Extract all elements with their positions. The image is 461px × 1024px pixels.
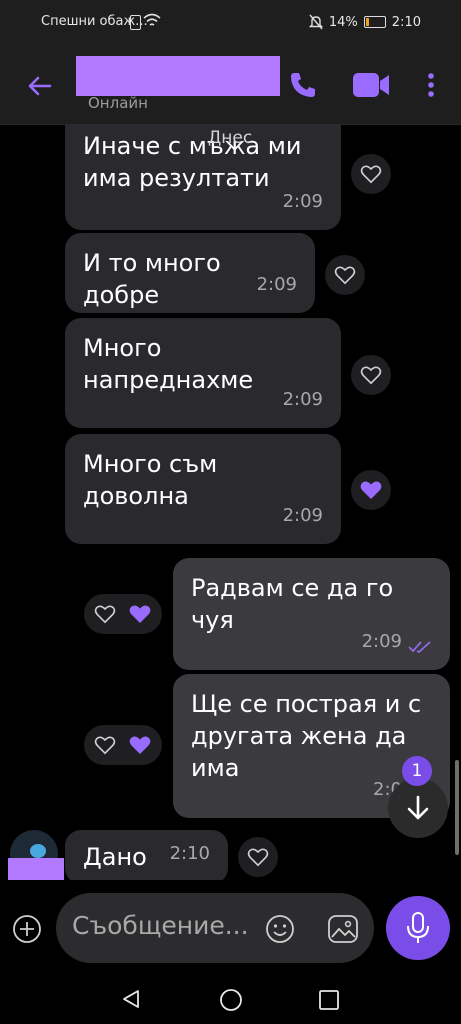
contact-name-redacted[interactable] (76, 56, 280, 96)
message-input-placeholder: Съобщение... (72, 911, 249, 940)
message-bubble-incoming[interactable]: Много съм доволна 2:09 (65, 434, 341, 544)
message-time: 2:09 (282, 389, 323, 410)
mute-bell-icon (308, 14, 323, 30)
status-indicators: 14% 2:10 (308, 14, 421, 30)
plus-circle-icon[interactable] (12, 914, 42, 944)
message-text: Радвам се да го чуя (191, 574, 394, 634)
message-text: Иначе с мъжа ми има резултати (83, 132, 302, 192)
message-bubble-outgoing[interactable]: Радвам се да го чуя 2:09 (173, 558, 450, 670)
arrow-down-icon (407, 795, 429, 820)
heart-outline-icon (334, 266, 356, 285)
message-input[interactable]: Съобщение... (56, 893, 374, 963)
emoji-icon[interactable] (264, 913, 296, 945)
wifi-icon (143, 13, 161, 26)
status-bar: Спешни обаж... 14% 2:10 (0, 0, 461, 44)
system-nav-bar (0, 976, 461, 1024)
heart-outline-icon[interactable] (94, 604, 116, 624)
heart-outline-icon (247, 848, 269, 867)
message-time: 2:09 (282, 505, 323, 526)
like-button[interactable] (351, 355, 391, 395)
microphone-icon (407, 912, 429, 943)
gallery-sticker-icon[interactable] (326, 913, 360, 945)
battery-percent: 14% (328, 14, 358, 30)
like-button[interactable] (351, 154, 391, 194)
message-text: И то много добре (83, 249, 221, 309)
heart-outline-icon (360, 165, 382, 184)
nav-back-icon[interactable] (120, 988, 142, 1010)
message-time: 2:10 (169, 843, 210, 864)
clock: 2:10 (391, 14, 421, 30)
like-button-active[interactable] (351, 470, 391, 510)
read-checkmarks-icon (408, 641, 431, 654)
unread-badge: 1 (402, 756, 432, 786)
nav-home-icon[interactable] (219, 988, 243, 1012)
message-time: 2:09 (361, 631, 402, 652)
heart-outline-icon (360, 366, 382, 385)
message-text: Дано (83, 843, 147, 871)
presence-status: Онлайн (88, 94, 148, 112)
voice-message-button[interactable] (386, 896, 450, 960)
heart-filled-icon (129, 605, 151, 623)
like-button[interactable] (325, 255, 365, 295)
message-bubble-incoming[interactable]: Иначе с мъжа ми има резултати 2:09 (65, 124, 341, 230)
scrollbar[interactable] (455, 760, 459, 855)
message-bubble-incoming[interactable]: И то много добре 2:09 (65, 233, 315, 313)
message-text: Много съм доволна (83, 450, 218, 510)
message-bubble-incoming[interactable]: Много напреднахме 2:09 (65, 318, 341, 428)
heart-outline-icon[interactable] (94, 735, 116, 755)
reactions-pill[interactable] (84, 725, 162, 765)
reactions-pill[interactable] (84, 594, 162, 634)
phone-call-icon[interactable] (288, 70, 318, 100)
chat-header: Онлайн (0, 44, 461, 125)
heart-filled-icon (360, 481, 382, 499)
nav-recents-icon[interactable] (318, 989, 340, 1011)
video-call-icon[interactable] (351, 70, 391, 100)
message-text: Много напреднахме (83, 334, 254, 394)
battery-icon (363, 16, 386, 28)
sim-icon (130, 15, 141, 30)
scroll-to-bottom-button[interactable] (388, 778, 448, 838)
like-button[interactable] (238, 837, 278, 877)
date-separator: Днес (208, 128, 253, 148)
message-time: 2:09 (256, 274, 297, 295)
message-time: 2:09 (282, 191, 323, 212)
heart-filled-icon (129, 736, 151, 754)
more-options-icon[interactable] (424, 70, 438, 100)
message-bubble-incoming[interactable]: Дано 2:10 (65, 830, 228, 884)
back-arrow-icon[interactable] (26, 72, 54, 100)
message-text: Ще се пострая и с другата жена да има (191, 690, 422, 782)
